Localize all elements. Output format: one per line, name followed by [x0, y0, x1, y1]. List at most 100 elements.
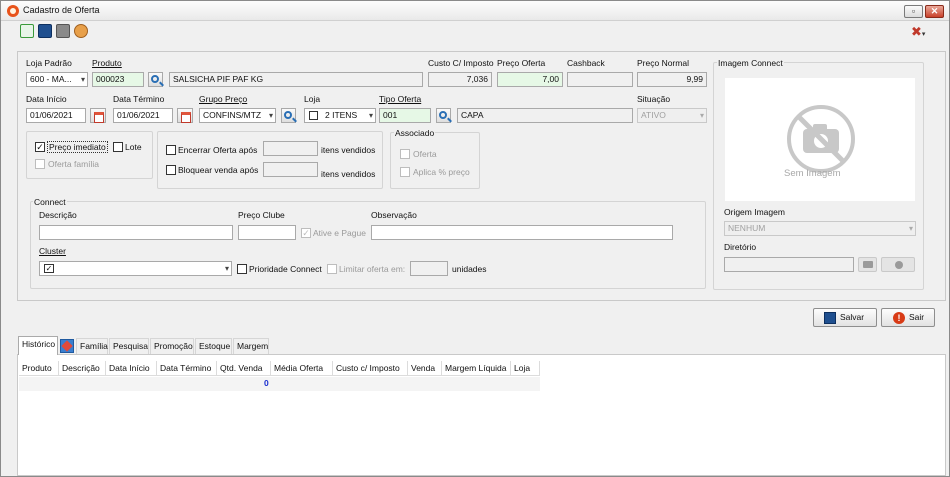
- col-media-oferta[interactable]: Média Oferta: [271, 361, 333, 376]
- limitar-oferta-input[interactable]: [410, 261, 448, 276]
- cashback-label: Cashback: [567, 58, 605, 68]
- tab-promocao[interactable]: Promoção: [150, 338, 194, 354]
- tab-estoque[interactable]: Estoque: [195, 338, 232, 354]
- produto-code-input[interactable]: 000023: [92, 72, 144, 87]
- associado-title: Associado: [394, 128, 436, 138]
- data-termino-input[interactable]: 01/06/2021: [113, 108, 173, 123]
- loja-padrao-select[interactable]: 600 - MA... ▾: [26, 72, 88, 87]
- associado-oferta-checkbox[interactable]: [400, 149, 410, 159]
- loja-checkbox[interactable]: [309, 111, 318, 120]
- col-margem-liquida[interactable]: Margem Líquida: [442, 361, 511, 376]
- grupo-preco-select[interactable]: CONFINS/MTZ ▾: [199, 108, 276, 123]
- salvar-button[interactable]: Salvar: [813, 308, 877, 327]
- sair-label: Sair: [909, 312, 925, 322]
- limitar-oferta-label: Limitar oferta em:: [339, 264, 406, 274]
- bloquear-venda-label: Bloquear venda após: [178, 165, 259, 175]
- no-image-icon: [787, 105, 855, 173]
- ative-pague-checkbox[interactable]: ✓: [301, 228, 311, 238]
- col-venda[interactable]: Venda: [408, 361, 442, 376]
- col-qtd-venda[interactable]: Qtd. Venda: [217, 361, 271, 376]
- tools-icon[interactable]: ✖▾: [911, 24, 925, 40]
- observacao-input[interactable]: [371, 225, 673, 240]
- preco-imediato-checkbox[interactable]: ✓: [35, 142, 45, 152]
- preco-normal-label: Preço Normal: [637, 58, 689, 68]
- data-termino-label: Data Término: [113, 94, 165, 104]
- restore-button[interactable]: ▫: [904, 5, 923, 18]
- cluster-select[interactable]: ✓ ▾: [39, 261, 232, 276]
- grupo-preco-search-button[interactable]: [281, 108, 296, 123]
- main-window: Cadastro de Oferta ▫ ✕ ✖▾ Loja Padrão Pr…: [0, 0, 950, 477]
- pin-icon: [61, 340, 73, 352]
- col-descricao[interactable]: Descrição: [59, 361, 106, 376]
- sem-imagem-text: Sem Imagem: [784, 168, 841, 179]
- associado-group: [390, 132, 480, 189]
- tab-margem[interactable]: Margem: [233, 338, 269, 354]
- preco-imediato-label: Preço imediato: [47, 141, 108, 153]
- table-total-row: 0: [19, 377, 540, 391]
- limitar-oferta-checkbox[interactable]: [327, 264, 337, 274]
- observacao-label: Observação: [371, 210, 417, 220]
- bloquear-venda-input[interactable]: [263, 162, 318, 177]
- preco-clube-label: Preço Clube: [238, 210, 285, 220]
- encerrar-oferta-input[interactable]: [263, 141, 318, 156]
- tab-pesquisa[interactable]: Pesquisa: [109, 338, 149, 354]
- window-title: Cadastro de Oferta: [23, 5, 100, 15]
- custo-imposto-field: 7,036: [428, 72, 492, 87]
- bloquear-venda-checkbox[interactable]: [166, 165, 176, 175]
- unidades-label: unidades: [452, 264, 487, 274]
- clear-image-button[interactable]: [881, 257, 915, 272]
- encerrar-group: [157, 131, 383, 189]
- data-inicio-calendar-button[interactable]: [90, 108, 106, 123]
- col-produto[interactable]: Produto: [19, 361, 59, 376]
- preco-normal-field: 9,99: [637, 72, 707, 87]
- situacao-select[interactable]: ATIVO ▾: [637, 108, 707, 123]
- connect-descricao-input[interactable]: [39, 225, 233, 240]
- preco-clube-input[interactable]: [238, 225, 296, 240]
- col-custo-imposto[interactable]: Custo c/ Imposto: [333, 361, 408, 376]
- origem-imagem-label: Origem Imagem: [724, 207, 785, 217]
- oferta-familia-checkbox[interactable]: [35, 159, 45, 169]
- lote-label: Lote: [125, 142, 142, 152]
- produto-label: Produto: [92, 58, 122, 68]
- save-icon[interactable]: [38, 24, 52, 38]
- prioridade-connect-checkbox[interactable]: [237, 264, 247, 274]
- delete-icon[interactable]: [56, 24, 70, 38]
- title-bar: Cadastro de Oferta ▫ ✕: [1, 1, 949, 21]
- encerrar-oferta-checkbox[interactable]: [166, 145, 176, 155]
- diretorio-label: Diretório: [724, 242, 757, 252]
- highlight-icon[interactable]: [60, 339, 74, 353]
- new-icon[interactable]: [20, 24, 34, 38]
- clear-icon: [895, 261, 903, 269]
- preco-oferta-input[interactable]: 7,00: [497, 72, 563, 87]
- total-qtd-venda: 0: [264, 378, 269, 388]
- data-inicio-input[interactable]: 01/06/2021: [26, 108, 86, 123]
- custo-imposto-label: Custo C/ Imposto: [428, 58, 494, 68]
- encerrar-oferta-label: Encerrar Oferta após: [178, 145, 258, 155]
- imagem-connect-title: Imagem Connect: [717, 58, 784, 68]
- produto-search-button[interactable]: [148, 72, 163, 87]
- loja-select[interactable]: 2 ITENS ▾: [304, 108, 376, 123]
- image-preview: Sem Imagem: [725, 78, 915, 201]
- col-data-termino[interactable]: Data Término: [157, 361, 217, 376]
- col-loja[interactable]: Loja: [511, 361, 540, 376]
- connect-descricao-label: Descrição: [39, 210, 77, 220]
- diretorio-input[interactable]: [724, 257, 854, 272]
- close-button[interactable]: ✕: [925, 5, 944, 18]
- tab-familia[interactable]: Família: [76, 338, 108, 354]
- tab-historico[interactable]: Histórico: [18, 336, 58, 355]
- user-icon[interactable]: [74, 24, 88, 38]
- data-termino-calendar-button[interactable]: [177, 108, 193, 123]
- sair-button[interactable]: ! Sair: [881, 308, 935, 327]
- origem-imagem-select[interactable]: NENHUM ▾: [724, 221, 916, 236]
- folder-button[interactable]: [858, 257, 877, 272]
- aplica-preco-checkbox[interactable]: [400, 167, 410, 177]
- tipo-oferta-code-input[interactable]: 001: [379, 108, 431, 123]
- cluster-checkbox[interactable]: ✓: [44, 264, 54, 273]
- cluster-label: Cluster: [39, 246, 66, 256]
- lote-checkbox[interactable]: [113, 142, 123, 152]
- tipo-oferta-label: Tipo Oferta: [379, 94, 422, 104]
- col-data-inicio[interactable]: Data Início: [106, 361, 157, 376]
- search-icon: [151, 75, 159, 83]
- produto-description-field: SALSICHA PIF PAF KG: [169, 72, 423, 87]
- tipo-oferta-search-button[interactable]: [436, 108, 451, 123]
